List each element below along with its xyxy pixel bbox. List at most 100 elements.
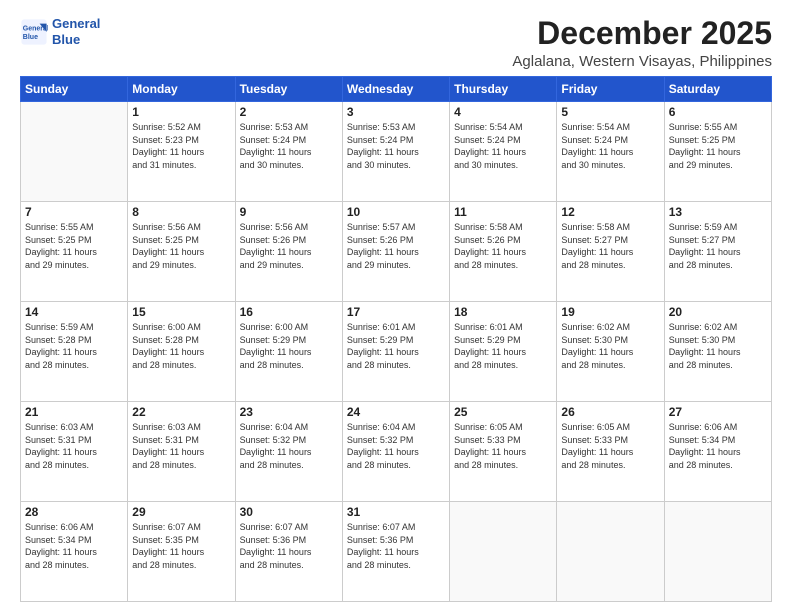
day-info: Sunrise: 5:53 AM Sunset: 5:24 PM Dayligh… [240, 121, 338, 171]
calendar-cell: 2 Sunrise: 5:53 AM Sunset: 5:24 PM Daylig… [235, 102, 342, 202]
logo-text-line1: General [52, 16, 100, 32]
day-number: 11 [454, 205, 552, 219]
day-number: 13 [669, 205, 767, 219]
calendar-cell: 15Sunrise: 6:00 AM Sunset: 5:28 PM Dayli… [128, 302, 235, 402]
svg-text:Blue: Blue [23, 34, 38, 41]
day-info: Sunrise: 6:07 AM Sunset: 5:36 PM Dayligh… [240, 521, 338, 571]
day-info: Sunrise: 6:05 AM Sunset: 5:33 PM Dayligh… [561, 421, 659, 471]
calendar-cell: 4 Sunrise: 5:54 AM Sunset: 5:24 PM Daylig… [450, 102, 557, 202]
day-number: 28 [25, 505, 123, 519]
day-info: Sunrise: 5:55 AM Sunset: 5:25 PM Dayligh… [669, 121, 767, 171]
calendar-cell: 5 Sunrise: 5:54 AM Sunset: 5:24 PM Daylig… [557, 102, 664, 202]
calendar-cell: 21 Sunrise: 6:03 AM Sunset: 5:31 PM Dayli… [21, 402, 128, 502]
logo-icon: General Blue [20, 18, 48, 46]
calendar-header-tuesday: Tuesday [235, 77, 342, 102]
calendar-cell: 7 Sunrise: 5:55 AM Sunset: 5:25 PM Daylig… [21, 202, 128, 302]
calendar-header-monday: Monday [128, 77, 235, 102]
day-number: 2 [240, 105, 338, 119]
day-number: 3 [347, 105, 445, 119]
day-info: Sunrise: 6:04 AM Sunset: 5:32 PM Dayligh… [347, 421, 445, 471]
day-number: 9 [240, 205, 338, 219]
calendar-table: SundayMondayTuesdayWednesdayThursdayFrid… [20, 76, 772, 602]
day-info: Sunrise: 5:54 AM Sunset: 5:24 PM Dayligh… [454, 121, 552, 171]
calendar-week-row: 21 Sunrise: 6:03 AM Sunset: 5:31 PM Dayli… [21, 402, 772, 502]
calendar-cell: 3Sunrise: 5:53 AM Sunset: 5:24 PM Daylig… [342, 102, 449, 202]
calendar-cell: 20 Sunrise: 6:02 AM Sunset: 5:30 PM Dayli… [664, 302, 771, 402]
day-number: 25 [454, 405, 552, 419]
calendar-cell: 8Sunrise: 5:56 AM Sunset: 5:25 PM Daylig… [128, 202, 235, 302]
calendar-cell: 26 Sunrise: 6:05 AM Sunset: 5:33 PM Dayli… [557, 402, 664, 502]
day-number: 29 [132, 505, 230, 519]
day-number: 22 [132, 405, 230, 419]
calendar-cell: 11Sunrise: 5:58 AM Sunset: 5:26 PM Dayli… [450, 202, 557, 302]
calendar-cell: 1Sunrise: 5:52 AM Sunset: 5:23 PM Daylig… [128, 102, 235, 202]
day-info: Sunrise: 5:59 AM Sunset: 5:28 PM Dayligh… [25, 321, 123, 371]
calendar-cell: 29 Sunrise: 6:07 AM Sunset: 5:35 PM Dayli… [128, 502, 235, 602]
day-info: Sunrise: 5:59 AM Sunset: 5:27 PM Dayligh… [669, 221, 767, 271]
day-number: 26 [561, 405, 659, 419]
day-number: 12 [561, 205, 659, 219]
calendar-week-row: 7 Sunrise: 5:55 AM Sunset: 5:25 PM Daylig… [21, 202, 772, 302]
day-info: Sunrise: 6:07 AM Sunset: 5:35 PM Dayligh… [132, 521, 230, 571]
calendar-cell: 22 Sunrise: 6:03 AM Sunset: 5:31 PM Dayli… [128, 402, 235, 502]
day-number: 20 [669, 305, 767, 319]
calendar-cell: 13 Sunrise: 5:59 AM Sunset: 5:27 PM Dayli… [664, 202, 771, 302]
logo: General Blue General Blue [20, 16, 100, 47]
day-info: Sunrise: 6:01 AM Sunset: 5:29 PM Dayligh… [454, 321, 552, 371]
calendar-cell: 25 Sunrise: 6:05 AM Sunset: 5:33 PM Dayli… [450, 402, 557, 502]
calendar-cell: 19Sunrise: 6:02 AM Sunset: 5:30 PM Dayli… [557, 302, 664, 402]
day-info: Sunrise: 6:05 AM Sunset: 5:33 PM Dayligh… [454, 421, 552, 471]
day-info: Sunrise: 6:02 AM Sunset: 5:30 PM Dayligh… [669, 321, 767, 371]
day-info: Sunrise: 6:03 AM Sunset: 5:31 PM Dayligh… [25, 421, 123, 471]
calendar-week-row: 1Sunrise: 5:52 AM Sunset: 5:23 PM Daylig… [21, 102, 772, 202]
calendar-header-saturday: Saturday [664, 77, 771, 102]
title-block: December 2025 Aglalana, Western Visayas,… [512, 16, 772, 70]
day-info: Sunrise: 5:56 AM Sunset: 5:26 PM Dayligh… [240, 221, 338, 271]
page: General Blue General Blue December 2025 … [0, 0, 792, 612]
calendar-cell [21, 102, 128, 202]
calendar-cell: 27 Sunrise: 6:06 AM Sunset: 5:34 PM Dayli… [664, 402, 771, 502]
day-info: Sunrise: 5:56 AM Sunset: 5:25 PM Dayligh… [132, 221, 230, 271]
day-number: 30 [240, 505, 338, 519]
day-info: Sunrise: 6:02 AM Sunset: 5:30 PM Dayligh… [561, 321, 659, 371]
day-number: 4 [454, 105, 552, 119]
day-number: 21 [25, 405, 123, 419]
day-info: Sunrise: 6:06 AM Sunset: 5:34 PM Dayligh… [669, 421, 767, 471]
day-number: 1 [132, 105, 230, 119]
day-number: 27 [669, 405, 767, 419]
day-info: Sunrise: 6:03 AM Sunset: 5:31 PM Dayligh… [132, 421, 230, 471]
calendar-header-row: SundayMondayTuesdayWednesdayThursdayFrid… [21, 77, 772, 102]
day-info: Sunrise: 5:54 AM Sunset: 5:24 PM Dayligh… [561, 121, 659, 171]
calendar-cell: 16Sunrise: 6:00 AM Sunset: 5:29 PM Dayli… [235, 302, 342, 402]
day-info: Sunrise: 6:07 AM Sunset: 5:36 PM Dayligh… [347, 521, 445, 571]
day-number: 6 [669, 105, 767, 119]
day-info: Sunrise: 5:55 AM Sunset: 5:25 PM Dayligh… [25, 221, 123, 271]
location-title: Aglalana, Western Visayas, Philippines [512, 53, 772, 70]
calendar-cell: 23Sunrise: 6:04 AM Sunset: 5:32 PM Dayli… [235, 402, 342, 502]
day-info: Sunrise: 6:01 AM Sunset: 5:29 PM Dayligh… [347, 321, 445, 371]
calendar-cell: 14 Sunrise: 5:59 AM Sunset: 5:28 PM Dayli… [21, 302, 128, 402]
day-number: 17 [347, 305, 445, 319]
calendar-header-thursday: Thursday [450, 77, 557, 102]
calendar-cell: 6 Sunrise: 5:55 AM Sunset: 5:25 PM Daylig… [664, 102, 771, 202]
day-number: 31 [347, 505, 445, 519]
calendar-week-row: 28Sunrise: 6:06 AM Sunset: 5:34 PM Dayli… [21, 502, 772, 602]
calendar-cell [664, 502, 771, 602]
calendar-cell: 18 Sunrise: 6:01 AM Sunset: 5:29 PM Dayli… [450, 302, 557, 402]
day-info: Sunrise: 5:57 AM Sunset: 5:26 PM Dayligh… [347, 221, 445, 271]
day-number: 18 [454, 305, 552, 319]
day-number: 7 [25, 205, 123, 219]
calendar-cell: 30 Sunrise: 6:07 AM Sunset: 5:36 PM Dayli… [235, 502, 342, 602]
header: General Blue General Blue December 2025 … [20, 16, 772, 70]
logo-text-line2: Blue [52, 32, 100, 48]
day-info: Sunrise: 6:00 AM Sunset: 5:28 PM Dayligh… [132, 321, 230, 371]
calendar-header-friday: Friday [557, 77, 664, 102]
calendar-cell: 17 Sunrise: 6:01 AM Sunset: 5:29 PM Dayli… [342, 302, 449, 402]
day-number: 23 [240, 405, 338, 419]
day-number: 14 [25, 305, 123, 319]
day-number: 5 [561, 105, 659, 119]
calendar-cell: 12Sunrise: 5:58 AM Sunset: 5:27 PM Dayli… [557, 202, 664, 302]
calendar-cell: 24Sunrise: 6:04 AM Sunset: 5:32 PM Dayli… [342, 402, 449, 502]
day-info: Sunrise: 6:00 AM Sunset: 5:29 PM Dayligh… [240, 321, 338, 371]
calendar-cell: 10Sunrise: 5:57 AM Sunset: 5:26 PM Dayli… [342, 202, 449, 302]
